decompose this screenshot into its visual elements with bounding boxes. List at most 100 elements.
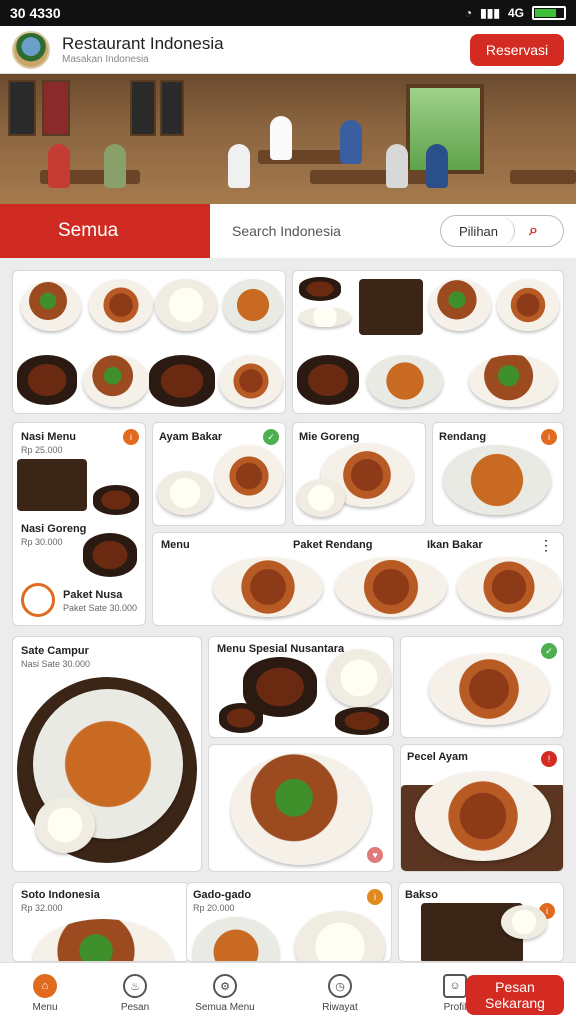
favorite-icon[interactable]: ♥: [367, 847, 383, 863]
card-price: Rp 30.000: [21, 537, 63, 547]
reservation-button[interactable]: Reservasi: [470, 33, 564, 66]
food-card[interactable]: Pecel Ayam !: [400, 744, 564, 872]
food-card[interactable]: Ayam Bakar ✓: [152, 422, 286, 526]
wifi-icon: ◔: [464, 6, 473, 20]
dish-image: [33, 919, 173, 961]
food-card[interactable]: Menu Spesial Nusantara: [208, 636, 394, 738]
dish-image: [83, 533, 137, 577]
card-title: Mie Goreng: [299, 431, 360, 443]
info-icon[interactable]: i: [541, 429, 557, 445]
food-card[interactable]: Rendang i: [432, 422, 564, 526]
dish-image: [93, 485, 139, 515]
food-card[interactable]: [12, 270, 286, 414]
food-card[interactable]: Menu Paket Rendang Ikan Bakar ⋮: [152, 532, 564, 626]
nav-label: Pesan: [120, 1002, 150, 1013]
battery-icon: [532, 6, 566, 20]
nav-item-order[interactable]: ♨ Pesan: [90, 974, 180, 1013]
info-icon[interactable]: i: [367, 889, 383, 905]
dish-image: [327, 649, 391, 707]
food-card[interactable]: ♥: [208, 744, 394, 872]
search-bar: Semua Search Indonesia Pilihan ⌕: [0, 204, 576, 258]
food-card[interactable]: [292, 270, 564, 414]
dish-image: [469, 355, 557, 407]
card-title: Paket Rendang: [293, 539, 373, 551]
diner: [104, 144, 126, 188]
dish-image: [443, 445, 551, 515]
clock-icon[interactable]: ◷: [328, 974, 352, 998]
dish-image: [17, 459, 87, 511]
dish-image: [457, 557, 561, 617]
food-card[interactable]: Soto Indonesia Rp 32.000: [12, 882, 190, 962]
dish-image: [17, 355, 77, 405]
card-title: Menu: [161, 539, 190, 551]
dish-image: [83, 355, 149, 407]
menu-board: [160, 80, 184, 136]
food-card[interactable]: Sate Campur Nasi Sate 30.000: [12, 636, 202, 872]
restaurant-logo: [12, 30, 50, 69]
card-title: Pecel Ayam: [407, 751, 468, 763]
nav-label: Profil: [443, 1002, 467, 1013]
page-title: Restaurant Indonesia: [62, 34, 224, 53]
diner: [270, 116, 292, 160]
diner: [48, 144, 70, 188]
table: [510, 170, 576, 184]
card-title: Ikan Bakar: [427, 539, 483, 551]
search-icon[interactable]: ⌕: [529, 222, 538, 240]
card-title: Menu Spesial Nusantara: [217, 643, 345, 655]
card-title: Rendang: [439, 431, 487, 443]
food-card[interactable]: Gado-gado Rp 20.000 i: [186, 882, 392, 962]
card-price: Rp 20.000: [193, 903, 235, 913]
table: [310, 170, 430, 184]
card-title: Gado-gado: [193, 889, 252, 901]
network-label: 4G: [507, 6, 524, 20]
food-card[interactable]: Mie Goreng: [292, 422, 426, 526]
diner: [228, 144, 250, 188]
card-title: Paket Nusa: [63, 589, 123, 601]
dish-image: [157, 471, 213, 515]
card-price: Paket Sate 30.000: [63, 603, 138, 613]
card-title: Ayam Bakar: [159, 431, 223, 443]
dish-image: [35, 797, 95, 853]
food-card[interactable]: Bakso i: [398, 882, 564, 962]
dish-image: [297, 479, 345, 517]
card-title: Nasi Menu: [21, 431, 77, 443]
dish-image: [335, 707, 389, 735]
dish-image: [429, 653, 549, 725]
menu-board: [130, 80, 156, 136]
dish-image: [219, 355, 283, 407]
card-title: Soto Indonesia: [21, 889, 100, 901]
food-card[interactable]: Nasi Menu Rp 25.000 i Nasi Goreng Rp 30.…: [12, 422, 146, 626]
dish-image: [297, 355, 359, 405]
category-tab[interactable]: Semua: [0, 204, 210, 258]
veg-icon: ✓: [263, 429, 279, 445]
more-icon[interactable]: ⋮: [539, 537, 553, 554]
user-icon[interactable]: ☺: [443, 974, 467, 998]
bottom-nav: ⌂ Menu ♨ Pesan ⚙ Semua Menu ◷ Riwayat ☺ …: [0, 962, 576, 1024]
nav-item-all-menu[interactable]: ⚙ Semua Menu: [180, 974, 270, 1013]
diner: [340, 120, 362, 164]
dish-image: [215, 445, 283, 507]
home-icon[interactable]: ⌂: [33, 974, 57, 998]
info-icon[interactable]: i: [123, 429, 139, 445]
filter-label[interactable]: Pilihan: [443, 217, 515, 245]
nav-item-history[interactable]: ◷ Riwayat: [270, 974, 410, 1013]
signal-icon: ▮▮▮: [480, 6, 500, 20]
card-price: Nasi Sate 30.000: [21, 659, 91, 669]
nav-label: Menu: [32, 1002, 58, 1013]
spicy-icon: !: [541, 751, 557, 767]
nav-item-menu[interactable]: ⌂ Menu: [0, 974, 90, 1013]
order-now-button[interactable]: Pesan Sekarang: [466, 975, 564, 1015]
food-icon[interactable]: ♨: [123, 974, 147, 998]
gear-icon[interactable]: ⚙: [213, 974, 237, 998]
dish-image: [295, 911, 385, 961]
dish-image: [219, 703, 263, 733]
diner: [426, 144, 448, 188]
card-title: Nasi Goreng: [21, 523, 87, 535]
search-input[interactable]: Search Indonesia: [232, 223, 341, 239]
card-price: Rp 25.000: [21, 445, 63, 455]
food-card[interactable]: ✓: [400, 636, 564, 738]
dish-image: [193, 917, 279, 961]
dish-image: [501, 905, 547, 939]
status-bar: 30 4330 ◔ ▮▮▮ 4G: [0, 0, 576, 26]
filter-pill[interactable]: Pilihan ⌕: [440, 215, 564, 247]
